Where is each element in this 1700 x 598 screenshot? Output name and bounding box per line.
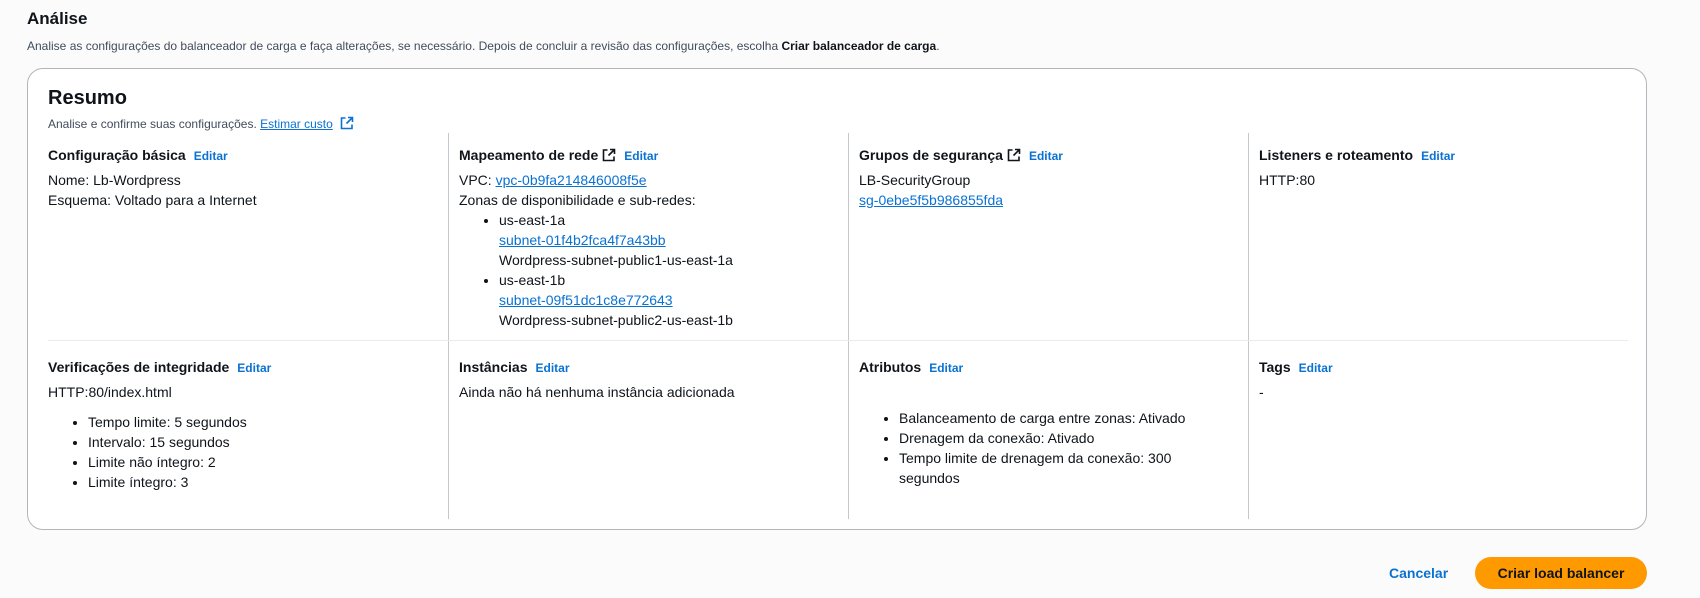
subnet-link[interactable]: subnet-09f51dc1c8e772643 (499, 292, 673, 308)
network-mapping-heading: Mapeamento de rede Editar (459, 145, 828, 166)
health-checks-title: Verificações de integridade (48, 359, 230, 375)
attributes-section: Atributos Editar Balanceamento de carga e… (848, 341, 1248, 519)
basic-config-title: Configuração básica (48, 147, 186, 163)
attributes-heading: Atributos Editar (859, 357, 1228, 378)
list-item: Tempo limite: 5 segundos (88, 412, 428, 432)
subnet-name: Wordpress-subnet-public2-us-east-1b (499, 312, 733, 328)
instances-value: Ainda não há nenhuma instância adicionad… (459, 384, 735, 400)
review-header: Análise Analise as configurações do bala… (27, 8, 940, 54)
subnet-link[interactable]: subnet-01f4b2fca4f7a43bb (499, 232, 666, 248)
list-item: Limite íntegro: 3 (88, 472, 428, 492)
zone-name: us-east-1a (499, 212, 566, 228)
basic-config-section: Configuração básica Editar Nome: Lb-Wordp… (48, 133, 448, 340)
security-group-line: sg-0ebe5f5b986855fda (859, 190, 1228, 210)
description-text: Analise as configurações do balanceador … (27, 39, 782, 53)
edit-attributes-button[interactable]: Editar (929, 361, 963, 375)
network-mapping-title: Mapeamento de rede (459, 147, 599, 163)
security-group-link[interactable]: sg-0ebe5f5b986855fda (859, 192, 1003, 208)
list-item: Balanceamento de carga entre zonas: Ativ… (899, 408, 1228, 428)
estimate-cost-link[interactable]: Estimar custo (260, 117, 333, 131)
external-link-icon[interactable] (1007, 148, 1021, 162)
edit-instances-button[interactable]: Editar (535, 361, 569, 375)
attributes-list: Balanceamento de carga entre zonas: Ativ… (859, 408, 1228, 488)
summary-grid: Configuração básica Editar Nome: Lb-Wordp… (48, 133, 1628, 519)
edit-health-checks-button[interactable]: Editar (237, 361, 271, 375)
attributes-title: Atributos (859, 359, 922, 375)
description-end: . (936, 39, 940, 53)
security-group-name: LB-SecurityGroup (859, 172, 971, 188)
health-check-list: Tempo limite: 5 segundos Intervalo: 15 s… (48, 412, 428, 492)
edit-basic-config-button[interactable]: Editar (194, 149, 228, 163)
listeners-heading: Listeners e roteamento Editar (1259, 145, 1608, 166)
health-check-path: HTTP:80/index.html (48, 384, 172, 400)
vpc-label: VPC: (459, 172, 492, 188)
external-link-icon[interactable] (602, 148, 616, 162)
create-load-balancer-button[interactable]: Criar load balancer (1475, 557, 1647, 589)
zone-item: us-east-1a subnet-01f4b2fca4f7a43bb Word… (499, 210, 828, 270)
subnet-name: Wordpress-subnet-public1-us-east-1a (499, 252, 733, 268)
summary-title: Resumo (48, 87, 127, 109)
basic-config-heading: Configuração básica Editar (48, 145, 428, 166)
edit-listeners-button[interactable]: Editar (1421, 149, 1455, 163)
lb-scheme: Esquema: Voltado para a Internet (48, 192, 257, 208)
instances-section: Instâncias Editar Ainda não há nenhuma in… (448, 341, 848, 519)
summary-card: Resumo Analise e confirme suas configura… (27, 68, 1647, 530)
tags-value: - (1259, 384, 1264, 400)
subnet-line: subnet-01f4b2fca4f7a43bb (499, 230, 828, 250)
listener-value: HTTP:80 (1259, 172, 1316, 188)
summary-row: Configuração básica Editar Nome: Lb-Wordp… (48, 133, 1628, 341)
tags-section: Tags Editar - (1248, 341, 1628, 519)
lb-name: Nome: Lb-Wordpress (48, 172, 181, 188)
list-item: Drenagem da conexão: Ativado (899, 428, 1228, 448)
security-groups-heading: Grupos de segurança Editar (859, 145, 1228, 166)
zone-item: us-east-1b subnet-09f51dc1c8e772643 Word… (499, 270, 828, 330)
subnet-line: subnet-09f51dc1c8e772643 (499, 290, 828, 310)
description-bold: Criar balanceador de carga (781, 39, 937, 53)
listeners-section: Listeners e roteamento Editar HTTP:80 (1248, 133, 1628, 340)
tags-heading: Tags Editar (1259, 357, 1608, 378)
edit-tags-button[interactable]: Editar (1299, 361, 1333, 375)
zones-list: us-east-1a subnet-01f4b2fca4f7a43bb Word… (459, 210, 828, 330)
edit-security-groups-button[interactable]: Editar (1029, 149, 1063, 163)
summary-row: Verificações de integridade Editar HTTP:8… (48, 341, 1628, 519)
summary-subtitle-text: Analise e confirme suas configurações. (48, 117, 257, 131)
edit-network-mapping-button[interactable]: Editar (624, 149, 658, 163)
zones-label: Zonas de disponibilidade e sub-redes: (459, 192, 696, 208)
network-mapping-section: Mapeamento de rede Editar VPC: vpc-0b9fa2… (448, 133, 848, 340)
health-checks-section: Verificações de integridade Editar HTTP:8… (48, 341, 448, 519)
cancel-button[interactable]: Cancelar (1389, 565, 1448, 581)
list-item: Limite não íntegro: 2 (88, 452, 428, 472)
summary-subtitle: Analise e confirme suas configurações. E… (48, 115, 354, 133)
tags-title: Tags (1259, 359, 1291, 375)
vpc-link[interactable]: vpc-0b9fa214846008f5e (496, 172, 647, 188)
review-page: Análise Analise as configurações do bala… (0, 0, 1700, 598)
list-item: Intervalo: 15 segundos (88, 432, 428, 452)
page-title: Análise (27, 9, 88, 28)
external-link-icon[interactable] (340, 116, 354, 130)
health-checks-heading: Verificações de integridade Editar (48, 357, 428, 378)
zone-name: us-east-1b (499, 272, 566, 288)
vpc-line: VPC: vpc-0b9fa214846008f5e (459, 170, 828, 190)
page-description: Analise as configurações do balanceador … (27, 38, 940, 54)
list-item: Tempo limite de drenagem da conexão: 300… (899, 448, 1199, 488)
instances-title: Instâncias (459, 359, 528, 375)
instances-heading: Instâncias Editar (459, 357, 828, 378)
listeners-title: Listeners e roteamento (1259, 147, 1414, 163)
security-groups-section: Grupos de segurança Editar LB-SecurityGro… (848, 133, 1248, 340)
security-groups-title: Grupos de segurança (859, 147, 1003, 163)
